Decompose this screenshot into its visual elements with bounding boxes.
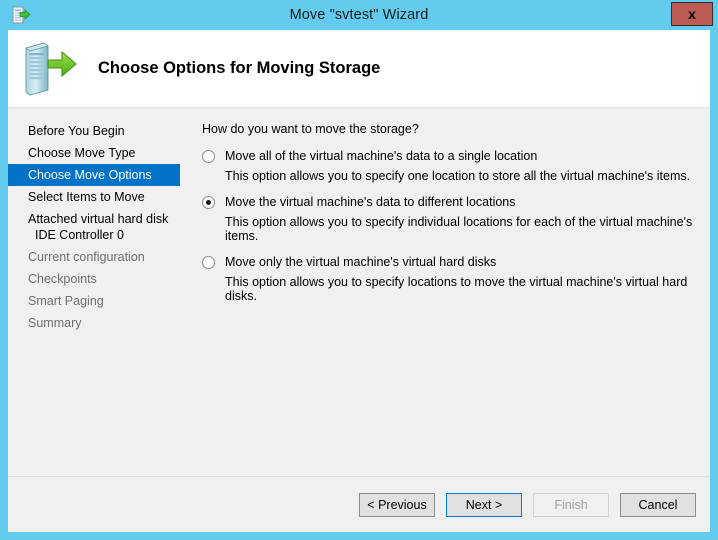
wizard-window: Move "svtest" Wizard x Choose Options fo… bbox=[0, 0, 718, 540]
page-title: Choose Options for Moving Storage bbox=[98, 59, 381, 77]
sidebar-item-summary: Summary bbox=[28, 316, 82, 330]
option-virtual-hard-disks-only: Move only the virtual machine's virtual … bbox=[202, 255, 696, 303]
radio-icon-virtual-hard-disks-only[interactable] bbox=[202, 256, 215, 269]
sidebar-item-before-you-begin[interactable]: Before You Begin bbox=[8, 120, 180, 142]
wizard-content: How do you want to move the storage? Mov… bbox=[180, 108, 710, 476]
window-title: Move "svtest" Wizard bbox=[289, 7, 429, 23]
close-button[interactable]: x bbox=[671, 2, 713, 26]
option-label: Move all of the virtual machine's data t… bbox=[225, 149, 538, 163]
radio-option-different-locations[interactable]: Move the virtual machine's data to diffe… bbox=[202, 195, 696, 209]
next-button[interactable]: Next > bbox=[446, 492, 522, 517]
sidebar-item-choose-move-type[interactable]: Choose Move Type bbox=[8, 142, 180, 164]
option-description: This option allows you to specify one lo… bbox=[225, 169, 691, 183]
option-different-locations: Move the virtual machine's data to diffe… bbox=[202, 195, 696, 243]
server-move-icon bbox=[18, 38, 80, 100]
sidebar-item-checkpoints: Checkpoints bbox=[28, 272, 97, 286]
sidebar-item-label: Attached virtual hard disk bbox=[28, 212, 169, 226]
radio-option-single-location[interactable]: Move all of the virtual machine's data t… bbox=[202, 149, 696, 163]
sidebar-item-sublabel: IDE Controller 0 bbox=[35, 228, 124, 242]
radio-icon-different-locations[interactable] bbox=[202, 196, 215, 209]
sidebar-item-select-items-to-move[interactable]: Select Items to Move bbox=[8, 186, 180, 208]
content-question: How do you want to move the storage? bbox=[202, 122, 419, 136]
wizard-body: Before You Begin Choose Move Type Choose… bbox=[8, 108, 710, 476]
radio-option-virtual-hard-disks-only[interactable]: Move only the virtual machine's virtual … bbox=[202, 255, 696, 269]
cancel-button[interactable]: Cancel bbox=[620, 492, 696, 517]
option-label: Move only the virtual machine's virtual … bbox=[225, 255, 497, 269]
title-bar: Move "svtest" Wizard x bbox=[0, 0, 718, 30]
wizard-frame: Choose Options for Moving Storage Before… bbox=[8, 30, 710, 532]
option-description: This option allows you to specify locati… bbox=[225, 275, 688, 303]
sidebar-item-attached-virtual-hard-disk[interactable]: Attached virtual hard disk IDE Controlle… bbox=[8, 208, 180, 246]
wizard-step-sidebar: Before You Begin Choose Move Type Choose… bbox=[8, 108, 189, 476]
option-description: This option allows you to specify indivi… bbox=[225, 215, 693, 243]
sidebar-item-choose-move-options[interactable]: Choose Move Options bbox=[8, 164, 180, 186]
wizard-banner: Choose Options for Moving Storage bbox=[8, 30, 710, 108]
option-label: Move the virtual machine's data to diffe… bbox=[225, 195, 516, 209]
finish-button: Finish bbox=[533, 492, 609, 517]
sidebar-item-smart-paging: Smart Paging bbox=[28, 294, 104, 308]
option-single-location: Move all of the virtual machine's data t… bbox=[202, 149, 696, 183]
wizard-footer: < Previous Next > Finish Cancel bbox=[8, 477, 710, 532]
previous-button[interactable]: < Previous bbox=[359, 492, 435, 517]
radio-icon-single-location[interactable] bbox=[202, 150, 215, 163]
sidebar-item-current-configuration: Current configuration bbox=[28, 250, 145, 264]
